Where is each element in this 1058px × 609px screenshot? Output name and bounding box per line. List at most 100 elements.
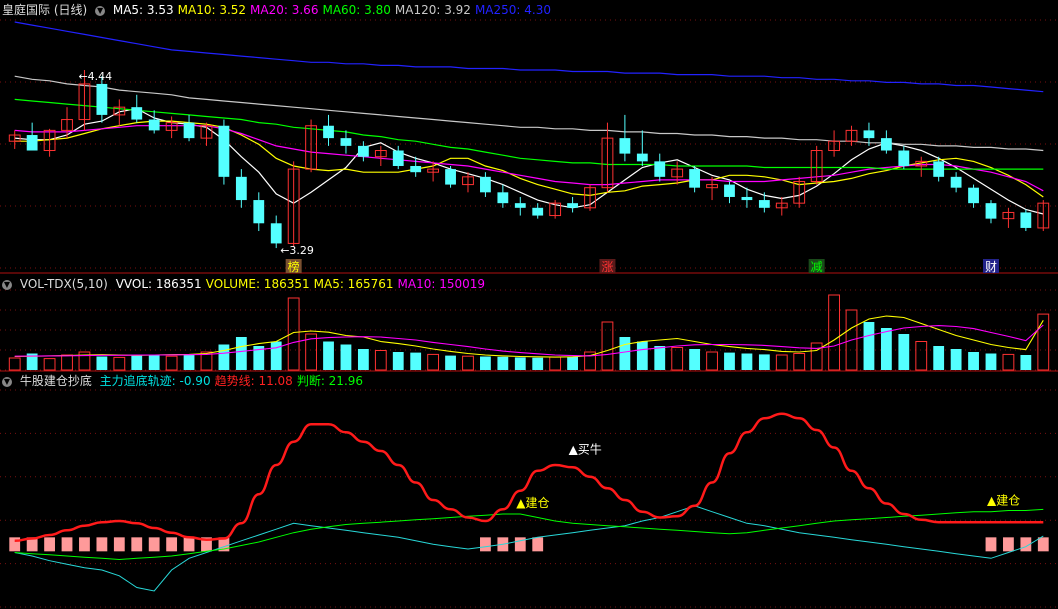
volume-bar bbox=[323, 341, 334, 370]
volume-bar bbox=[654, 346, 666, 370]
volume-bar bbox=[514, 357, 526, 370]
ma-readout-3: MA60: 3.80 bbox=[322, 3, 391, 17]
indicator-panel[interactable]: ▲建仓 ▲买牛 ▲建仓 bbox=[9, 412, 1049, 592]
volume-bar bbox=[462, 355, 474, 371]
volume-bar bbox=[427, 353, 440, 371]
low-price-label: ←3.29 bbox=[280, 244, 314, 257]
grid-lines bbox=[0, 19, 1058, 608]
event-marker-text: 涨 bbox=[601, 259, 613, 274]
candle-body bbox=[235, 176, 247, 201]
buy-zone-bar bbox=[1037, 537, 1049, 552]
candle-body bbox=[514, 203, 526, 208]
candle-body bbox=[636, 153, 648, 162]
volume-bar bbox=[96, 356, 108, 370]
indicator-readout-1: 趋势线: 11.08 bbox=[214, 374, 293, 388]
chevron-down-icon[interactable]: ▼ bbox=[95, 5, 106, 16]
volume-bar bbox=[1020, 355, 1032, 370]
volume-bar bbox=[183, 354, 195, 370]
volume-header: ▼ VOL-TDX(5,10) VVOL: 186351 VOLUME: 1863… bbox=[2, 276, 493, 292]
signal-label: ▲建仓 bbox=[516, 496, 549, 510]
ma-line-ma250 bbox=[14, 21, 1044, 93]
chevron-down-icon[interactable]: ▼ bbox=[2, 279, 12, 290]
ma-readout-4: MA120: 3.92 bbox=[394, 3, 471, 17]
buy-zone-bar bbox=[480, 537, 491, 552]
volume-bar bbox=[741, 353, 753, 370]
candle-body bbox=[619, 138, 631, 154]
volume-bar bbox=[148, 355, 160, 370]
buy-zone-bar bbox=[131, 537, 143, 552]
buy-zone-bar bbox=[44, 537, 55, 552]
candle-body bbox=[218, 125, 230, 177]
volume-bar bbox=[758, 354, 770, 370]
ma-readout-1: MA10: 3.52 bbox=[177, 3, 247, 17]
indicator-header: ▼ 牛股建仓抄底 主力追底轨迹: -0.90 趋势线: 11.08 判断: 21.9… bbox=[2, 373, 371, 389]
volume-bar bbox=[532, 357, 544, 370]
volume-panel[interactable] bbox=[8, 294, 1050, 371]
price-panel[interactable]: ←4.44 ←3.29 榜 涨 减 财 bbox=[8, 21, 1050, 274]
ma-line-ma5 bbox=[14, 108, 1044, 215]
volume-bar bbox=[689, 349, 701, 370]
indicator-readout-2: 判断: 21.96 bbox=[296, 374, 364, 388]
volume-readout-3: MA10: 150019 bbox=[397, 277, 486, 291]
volume-bar bbox=[61, 354, 73, 371]
volume-bar bbox=[374, 350, 387, 371]
volume-bar bbox=[671, 347, 684, 371]
volume-bar bbox=[968, 352, 979, 370]
volume-bar bbox=[775, 354, 788, 371]
candle-body bbox=[968, 187, 979, 204]
volume-readout-2: MA5: 165761 bbox=[313, 277, 394, 291]
volume-bar bbox=[880, 328, 892, 370]
buy-zone-bar bbox=[183, 537, 195, 552]
candle-body bbox=[689, 169, 701, 188]
buy-zone-bar bbox=[1003, 537, 1014, 552]
chevron-down-icon[interactable]: ▼ bbox=[2, 376, 12, 387]
ma-readout-0: MA5: 3.53 bbox=[112, 3, 174, 17]
volume-bar bbox=[724, 352, 735, 370]
volume-bar bbox=[793, 353, 806, 371]
volume-bar bbox=[480, 356, 491, 370]
candle-body bbox=[758, 200, 770, 208]
volume-bar bbox=[357, 349, 369, 370]
candle-body bbox=[1020, 212, 1032, 228]
volume-bar bbox=[863, 322, 875, 370]
candle-body bbox=[253, 200, 265, 224]
candle-body bbox=[392, 150, 404, 166]
volume-bar bbox=[933, 346, 945, 370]
volume-bar bbox=[43, 358, 56, 371]
volume-bar bbox=[636, 341, 648, 370]
volume-bar bbox=[1002, 353, 1015, 371]
volume-readout-0: VVOL: 186351 bbox=[115, 277, 202, 291]
volume-bar bbox=[915, 341, 928, 371]
candle-body bbox=[741, 196, 753, 201]
volume-title[interactable]: VOL-TDX(5,10) bbox=[20, 277, 108, 291]
volume-bar bbox=[601, 321, 614, 371]
ma-readout-2: MA20: 3.66 bbox=[250, 3, 319, 17]
buy-zone-bar bbox=[166, 537, 178, 552]
buy-zone-bar bbox=[532, 537, 544, 552]
signal-label: ▲买牛 bbox=[569, 441, 602, 456]
high-price-label: ←4.44 bbox=[78, 70, 112, 83]
volume-bar bbox=[113, 356, 126, 371]
candle-body bbox=[567, 203, 578, 208]
candle-body bbox=[933, 161, 945, 177]
stock-title[interactable]: 皇庭国际 (日线) bbox=[2, 3, 87, 17]
candle-body bbox=[445, 169, 456, 185]
trend-line bbox=[14, 412, 1044, 543]
ma-readout-5: MA250: 4.30 bbox=[474, 3, 551, 17]
candle-body bbox=[96, 83, 108, 115]
candle-body bbox=[323, 125, 334, 139]
volume-bar bbox=[131, 355, 143, 370]
volume-bar bbox=[549, 356, 562, 371]
candle-body bbox=[863, 130, 875, 139]
signal-label: ▲建仓 bbox=[987, 494, 1020, 508]
volume-bar bbox=[270, 341, 282, 370]
buy-zone-bar bbox=[96, 537, 108, 552]
indicator-readout-0: 主力追底轨迹: -0.90 bbox=[99, 374, 211, 388]
indicator-title[interactable]: 牛股建仓抄底 bbox=[20, 374, 92, 388]
candle-body bbox=[880, 138, 892, 151]
volume-bar bbox=[1037, 313, 1050, 371]
kline-chart: ←4.44 ←3.29 榜 涨 减 财 ▲建仓 ▲买牛 ▲建仓 bbox=[0, 19, 1058, 608]
volume-bar bbox=[985, 353, 997, 370]
volume-bar bbox=[165, 355, 178, 371]
volume-bar bbox=[218, 344, 230, 370]
